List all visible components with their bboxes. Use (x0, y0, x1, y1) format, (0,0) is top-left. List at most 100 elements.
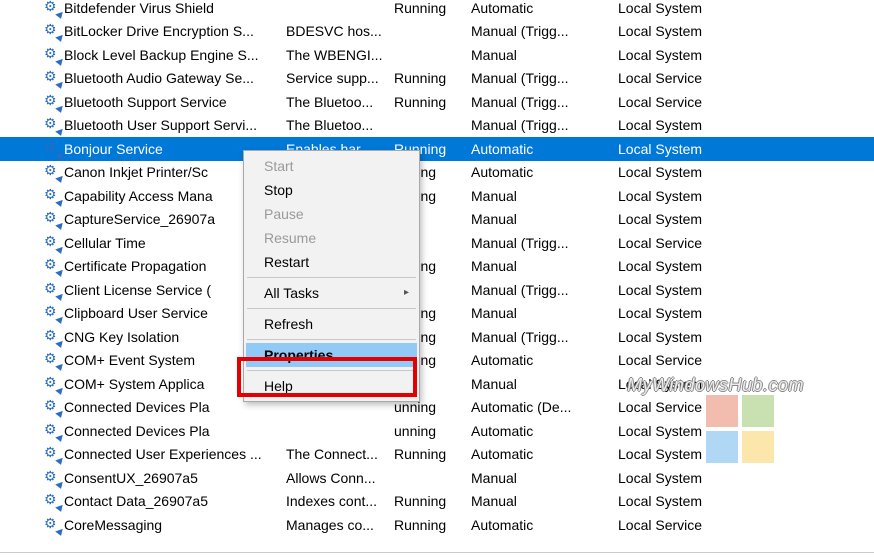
service-startup: Automatic (471, 0, 618, 16)
service-status: Running (394, 446, 471, 462)
menu-start[interactable]: Start (246, 154, 417, 178)
gear-icon (44, 188, 60, 204)
table-row[interactable]: Connected Devices PlaunningAutomaticLoca… (0, 419, 874, 443)
gear-icon (44, 399, 60, 415)
table-row[interactable]: Certificate PropagationunningManualLocal… (0, 255, 874, 279)
service-logon: Local System (618, 164, 788, 180)
menu-separator (247, 308, 416, 309)
service-description: Service supp... (286, 70, 394, 86)
menu-separator (247, 339, 416, 340)
service-status: Running (394, 493, 471, 509)
table-row[interactable]: CoreMessagingManages co...RunningAutomat… (0, 513, 874, 537)
service-logon: Local System (618, 23, 788, 39)
gear-icon (44, 517, 60, 533)
menu-pause[interactable]: Pause (246, 202, 417, 226)
service-startup: Manual (Trigg... (471, 282, 618, 298)
context-menu: Start Stop Pause Resume Restart All Task… (243, 150, 420, 402)
gear-icon (44, 94, 60, 110)
service-startup: Automatic (471, 352, 618, 368)
table-row[interactable]: Clipboard User ServiceunningManualLocal … (0, 302, 874, 326)
service-description: BDESVC hos... (286, 23, 394, 39)
gear-icon (44, 70, 60, 86)
service-logon: Local System (618, 329, 788, 345)
table-row[interactable]: CaptureService_26907aManualLocal System (0, 208, 874, 232)
menu-separator (247, 370, 416, 371)
table-row[interactable]: ConsentUX_26907a5Allows Conn... ManualLoc… (0, 466, 874, 490)
gear-icon (44, 23, 60, 39)
gear-icon (44, 141, 60, 157)
services-table[interactable]: Bitdefender Virus ShieldRunningAutomatic… (0, 0, 874, 537)
menu-all-tasks[interactable]: All Tasks ▸ (246, 281, 417, 305)
gear-icon (44, 0, 60, 16)
bottom-divider (0, 552, 874, 553)
service-startup: Automatic (471, 141, 618, 157)
service-logon: Local System (618, 376, 788, 392)
table-row[interactable]: Capability Access ManaunningManualLocal … (0, 184, 874, 208)
gear-icon (44, 282, 60, 298)
service-startup: Manual (Trigg... (471, 329, 618, 345)
table-row[interactable]: CNG Key IsolationunningManual (Trigg...L… (0, 325, 874, 349)
service-logon: Local System (618, 47, 788, 63)
gear-icon (44, 211, 60, 227)
service-status: Running (394, 517, 471, 533)
gear-icon (44, 423, 60, 439)
table-row[interactable]: Contact Data_26907a5Indexes cont...Runni… (0, 490, 874, 514)
service-startup: Manual (471, 258, 618, 274)
service-startup: Automatic (471, 423, 618, 439)
gear-icon (44, 329, 60, 345)
service-description: The Connect... (286, 446, 394, 462)
service-startup: Manual (Trigg... (471, 23, 618, 39)
service-description: Indexes cont... (286, 493, 394, 509)
service-status: Running (394, 0, 471, 16)
service-description: The Bluetoo... (286, 117, 394, 133)
menu-stop[interactable]: Stop (246, 178, 417, 202)
service-logon: Local System (618, 117, 788, 133)
service-startup: Manual (471, 470, 618, 486)
table-row[interactable]: Canon Inkjet Printer/ScunningAutomaticLo… (0, 161, 874, 185)
table-row[interactable]: Cellular TimeManual (Trigg...Local Servi… (0, 231, 874, 255)
menu-all-tasks-label: All Tasks (264, 285, 319, 301)
table-row[interactable]: Bitdefender Virus Shield RunningAutomatic… (0, 0, 874, 20)
service-description: The Bluetoo... (286, 94, 394, 110)
service-logon: Local Service (618, 70, 788, 86)
service-description: Allows Conn... (286, 470, 394, 486)
gear-icon (44, 470, 60, 486)
table-row[interactable]: Connected Devices PlaunningAutomatic (De… (0, 396, 874, 420)
service-logon: Local System (618, 0, 788, 16)
table-row[interactable]: Bluetooth Support ServiceThe Bluetoo...R… (0, 90, 874, 114)
service-name: Bluetooth Audio Gateway Se... (64, 70, 286, 86)
service-startup: Automatic (De... (471, 399, 618, 415)
service-startup: Manual (Trigg... (471, 94, 618, 110)
menu-properties[interactable]: Properties (246, 343, 417, 367)
table-row[interactable]: Client License Service (Manual (Trigg...… (0, 278, 874, 302)
service-logon: Local System (618, 470, 788, 486)
menu-refresh[interactable]: Refresh (246, 312, 417, 336)
menu-resume[interactable]: Resume (246, 226, 417, 250)
menu-help[interactable]: Help (246, 374, 417, 398)
menu-restart[interactable]: Restart (246, 250, 417, 274)
table-row[interactable]: Bonjour ServiceEnables har...RunningAuto… (0, 137, 874, 161)
service-description: The WBENGI... (286, 47, 394, 63)
service-startup: Manual (Trigg... (471, 117, 618, 133)
gear-icon (44, 235, 60, 251)
service-logon: Local System (618, 423, 788, 439)
table-row[interactable]: Block Level Backup Engine S...The WBENGI… (0, 43, 874, 67)
gear-icon (44, 305, 60, 321)
service-startup: Manual (471, 493, 618, 509)
service-status: Running (394, 70, 471, 86)
table-row[interactable]: Connected User Experiences ...The Connec… (0, 443, 874, 467)
table-row[interactable]: Bluetooth Audio Gateway Se...Service sup… (0, 67, 874, 91)
service-logon: Local System (618, 493, 788, 509)
service-logon: Local System (618, 188, 788, 204)
service-status: Running (394, 94, 471, 110)
service-name: Bluetooth Support Service (64, 94, 286, 110)
service-startup: Manual (471, 305, 618, 321)
service-name: ConsentUX_26907a5 (64, 470, 286, 486)
service-name: Connected User Experiences ... (64, 446, 286, 462)
table-row[interactable]: Bluetooth User Support Servi...The Bluet… (0, 114, 874, 138)
table-row[interactable]: BitLocker Drive Encryption S...BDESVC ho… (0, 20, 874, 44)
service-name: Contact Data_26907a5 (64, 493, 286, 509)
service-name: Bitdefender Virus Shield (64, 0, 286, 16)
table-row[interactable]: COM+ System ApplicaManualLocal System (0, 372, 874, 396)
table-row[interactable]: COM+ Event SystemunningAutomaticLocal Se… (0, 349, 874, 373)
